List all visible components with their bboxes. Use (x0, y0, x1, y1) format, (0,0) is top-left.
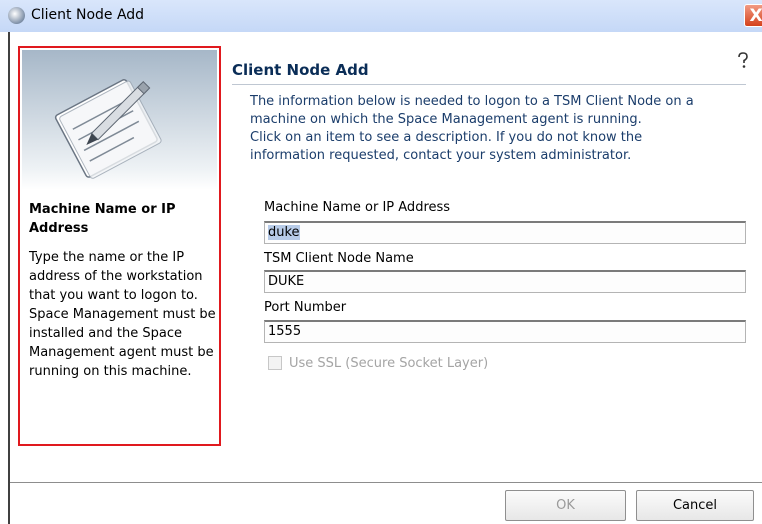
ssl-label: Use SSL (Secure Socket Layer) (289, 355, 489, 371)
node-name-value: DUKE (268, 274, 305, 289)
help-heading: Machine Name or IP Address (29, 202, 176, 236)
cancel-button[interactable]: Cancel (636, 490, 754, 521)
machine-name-value: duke (268, 225, 300, 240)
window-left-border (8, 32, 10, 524)
intro-line: information requested, contact your syst… (250, 148, 632, 163)
globe-icon (8, 7, 25, 24)
close-button[interactable]: X (744, 4, 762, 27)
port-number-value: 1555 (268, 324, 302, 339)
port-number-field[interactable]: 1555 (264, 320, 746, 343)
port-number-label: Port Number (264, 300, 347, 315)
machine-name-field[interactable]: duke (264, 221, 746, 244)
help-sidebar: Machine Name or IP Address Type the name… (18, 46, 221, 446)
footer-divider-highlight (10, 483, 762, 484)
machine-name-label: Machine Name or IP Address (264, 200, 451, 215)
intro-line: machine on which the Space Management ag… (250, 112, 642, 127)
node-name-field[interactable]: DUKE (264, 270, 746, 293)
intro-line: The information below is needed to logon… (250, 94, 694, 109)
ssl-checkbox[interactable] (268, 356, 282, 370)
help-text: Type the name or the IP address of the w… (29, 250, 216, 379)
notepad-pencil-icon (22, 50, 217, 190)
title-bar[interactable]: Client Node Add X (0, 0, 762, 33)
ssl-option[interactable]: Use SSL (Secure Socket Layer) (268, 355, 488, 371)
node-name-label: TSM Client Node Name (264, 251, 414, 266)
window-title: Client Node Add (31, 7, 145, 23)
question-icon[interactable] (735, 51, 751, 69)
ok-button[interactable]: OK (505, 490, 626, 521)
dialog-title: Client Node Add (232, 61, 369, 79)
title-divider (232, 84, 746, 85)
intro-text: The information below is needed to logon… (250, 93, 740, 165)
intro-line: Click on an item to see a description. I… (250, 130, 643, 145)
